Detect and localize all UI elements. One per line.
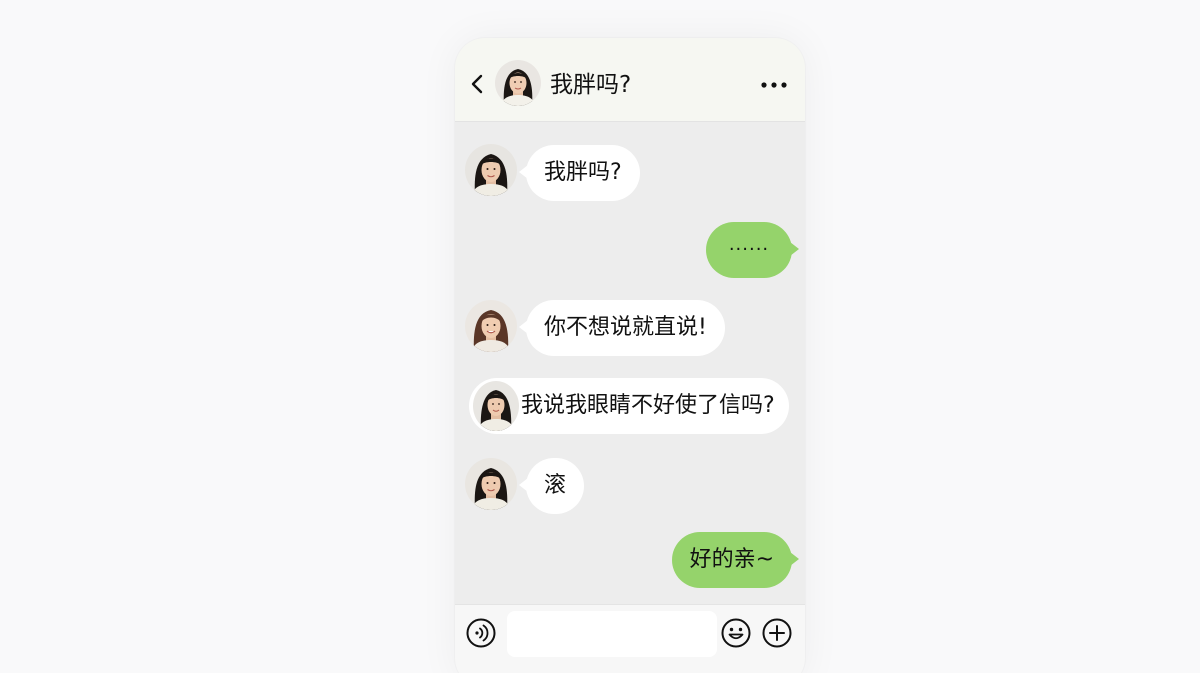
page: 我胖吗? 我胖吗? ······ 你不想说就直说! 我说我眼睛不好使了信吗? 滚… [0, 0, 1200, 673]
girl-avatar-alt-icon[interactable] [465, 300, 517, 352]
message-row: 你不想说就直说! [455, 298, 805, 358]
chat-title: 我胖吗? [550, 72, 632, 98]
message-row: 我说我眼睛不好使了信吗? [455, 378, 805, 438]
more-dots-icon[interactable] [761, 82, 787, 88]
emoji-icon[interactable] [721, 618, 751, 648]
message-row: 好的亲~ [455, 532, 805, 592]
message-row: 滚 [455, 454, 805, 514]
voice-icon[interactable] [466, 618, 496, 648]
incoming-message-bubble[interactable]: 滚 [518, 458, 585, 514]
girl-avatar-icon[interactable] [465, 458, 517, 510]
outgoing-message-bubble[interactable]: ······ [706, 222, 799, 278]
input-bar [455, 604, 805, 673]
girl-avatar-icon[interactable] [465, 144, 517, 196]
girl-avatar-icon[interactable] [495, 60, 541, 106]
incoming-message-bubble[interactable]: 我胖吗? [519, 145, 640, 201]
phone-frame: 我胖吗? 我胖吗? ······ 你不想说就直说! 我说我眼睛不好使了信吗? 滚… [455, 38, 805, 673]
message-input[interactable] [507, 611, 717, 657]
outgoing-message-bubble[interactable]: 好的亲~ [671, 532, 800, 588]
message-row: ······ [455, 222, 805, 282]
chat-header: 我胖吗? [455, 38, 805, 122]
message-row: 我胖吗? [455, 122, 805, 202]
message-list: 我胖吗? ······ 你不想说就直说! 我说我眼睛不好使了信吗? 滚 好的亲~ [455, 122, 805, 604]
plus-icon[interactable] [762, 618, 792, 648]
message-text: 我说我眼睛不好使了信吗? [521, 393, 775, 418]
incoming-message-bubble[interactable]: 你不想说就直说! [519, 300, 725, 356]
girl-avatar-icon [473, 381, 519, 431]
chevron-left-icon[interactable] [467, 72, 487, 96]
incoming-message-bubble[interactable]: 我说我眼睛不好使了信吗? [469, 378, 789, 434]
